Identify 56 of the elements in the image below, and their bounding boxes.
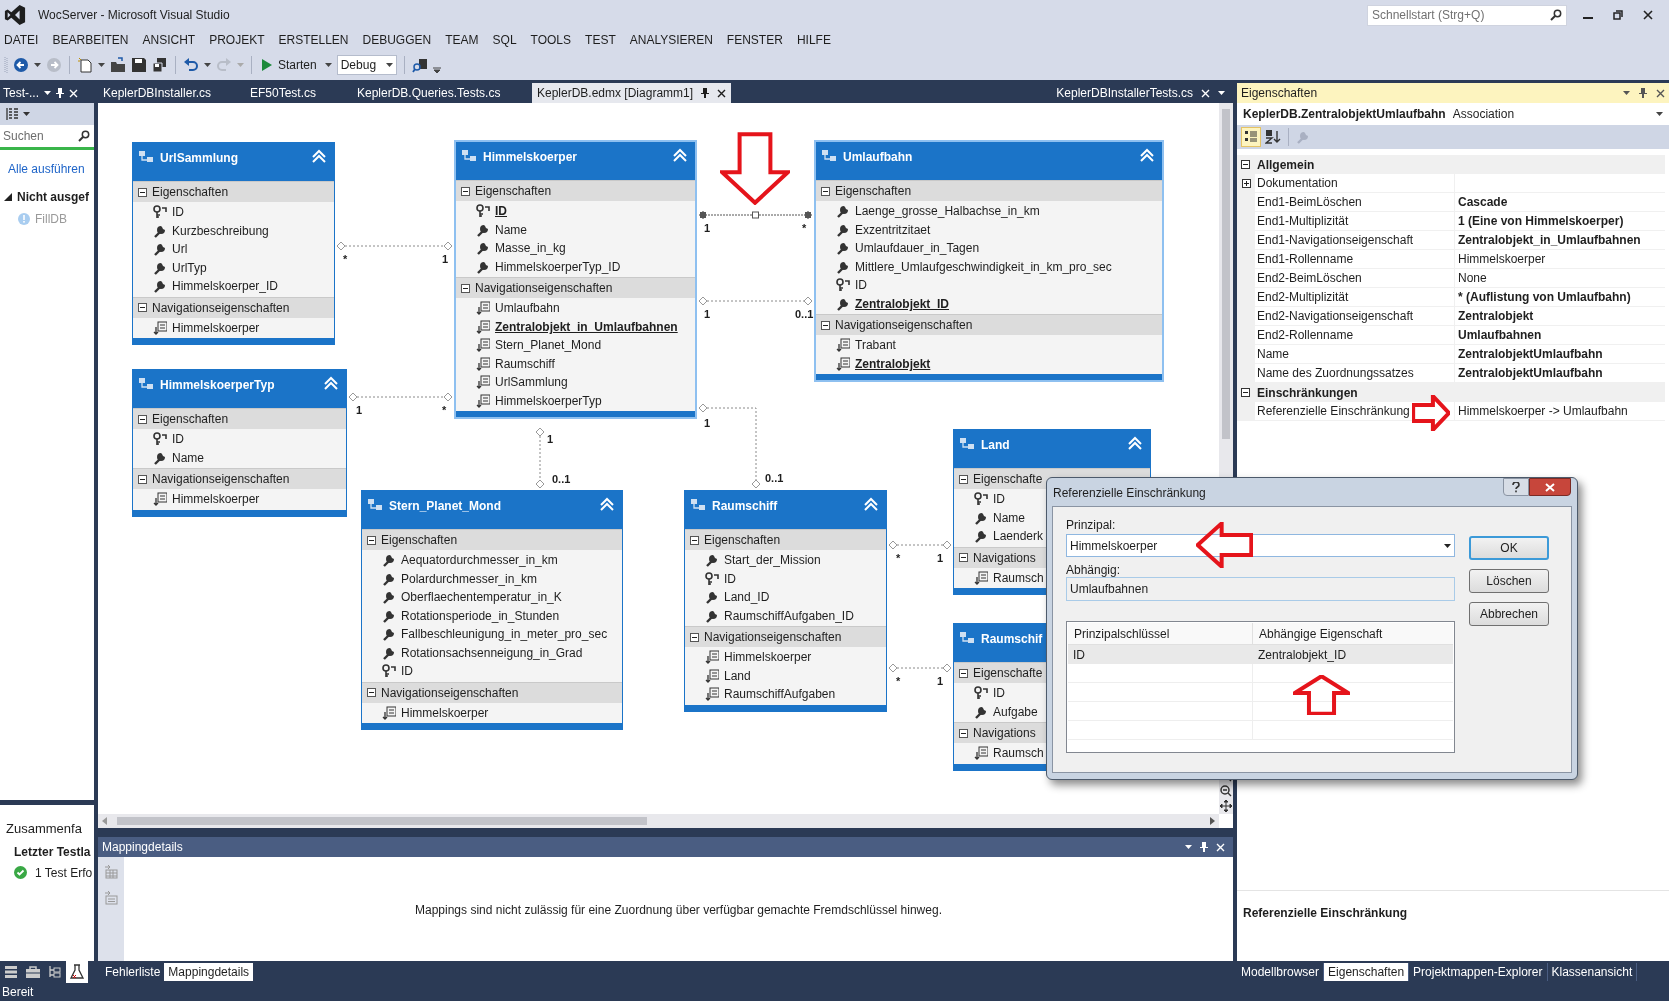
summary-subtitle: Letzter Testla (13, 843, 92, 861)
category-label: Einschränkungen (1257, 384, 1358, 402)
dependent-field: Umlaufbahnen (1066, 577, 1455, 601)
entity-title: Land (981, 437, 1010, 454)
test-result: 1 Test Erfo (35, 864, 93, 882)
property-label: End1-BeimLöschen (1257, 194, 1362, 211)
multiplicity-label: 1 (704, 308, 711, 320)
entity-title: Himmelskoerper (483, 149, 578, 166)
entity-title: Raumschiff (712, 498, 778, 515)
object-name: KeplerDB.ZentralobjektUmlaufbahn (1243, 106, 1446, 123)
multiplicity-label: * (442, 404, 447, 416)
field-label: Abhängig: (1066, 562, 1122, 577)
entity-title: HimmelskoerperTyp (160, 377, 275, 394)
property-label: End2-Navigationseigenschaft (1257, 308, 1414, 325)
property-label: End2-Multiplizität (1257, 289, 1349, 306)
multiplicity-label: * (343, 253, 348, 265)
property-label: Dokumentation (1257, 175, 1338, 192)
dialog-title: Referenzielle Einschränkung (1053, 485, 1206, 502)
multiplicity-label: 1 (547, 433, 554, 445)
panel-title: Mappingdetails (102, 839, 183, 856)
multiplicity-label: 1 (704, 222, 711, 234)
multiplicity-label: 1 (356, 404, 363, 416)
window-title: WocServer - Microsoft Visual Studio (38, 7, 230, 24)
grid-cell-text: ID (1072, 646, 1086, 664)
object-type: Association (1452, 106, 1515, 123)
property-label: End2-Rollenname (1257, 327, 1354, 344)
multiplicity-label: 1 (704, 417, 711, 429)
panel-title: Test-... (3, 85, 39, 102)
property-label: End2-BeimLöschen (1257, 270, 1362, 287)
property-label: Name (1257, 346, 1289, 363)
property-label: End1-Rollenname (1257, 251, 1354, 268)
multiplicity-label: * (896, 675, 901, 687)
grid-cell-text: Zentralobjekt_ID (1257, 646, 1348, 664)
entity-title: UrlSammlung (160, 150, 238, 167)
multiplicity-label: 1 (937, 675, 944, 687)
description-title: Referenzielle Einschränkung (1243, 906, 1408, 920)
multiplicity-label: 1 (442, 253, 449, 265)
multiplicity-label: 1 (937, 552, 944, 564)
property-label: Name des Zuordnungssatzes (1257, 365, 1414, 382)
property-label: End1-Multiplizität (1257, 213, 1349, 230)
multiplicity-label: * (896, 552, 901, 564)
multiplicity-label: 0..1 (765, 472, 784, 484)
property-label: Referenzielle Einschränkung (1257, 403, 1410, 420)
property-label: End1-Navigationseigenschaft (1257, 232, 1414, 249)
field-label: Prinzipal: (1066, 517, 1117, 534)
multiplicity-label: * (802, 222, 807, 234)
panel-title: Eigenschaften (1241, 85, 1318, 102)
entity-title: Umlaufbahn (843, 149, 913, 166)
summary-title: Zusammenfa (5, 820, 83, 838)
category-label: Allgemein (1257, 156, 1315, 174)
entity-title: Raumschif (981, 631, 1043, 648)
info-message: Mappings sind nicht zulässig für eine Zuordnung über verfügbar gemachte Fremdschlüssel hinweg. (415, 902, 942, 919)
multiplicity-label: 0..1 (795, 308, 814, 320)
multiplicity-label: 0..1 (552, 473, 571, 485)
status-text: Bereit (1, 984, 34, 1001)
entity-title: Stern_Planet_Mond (389, 498, 502, 515)
